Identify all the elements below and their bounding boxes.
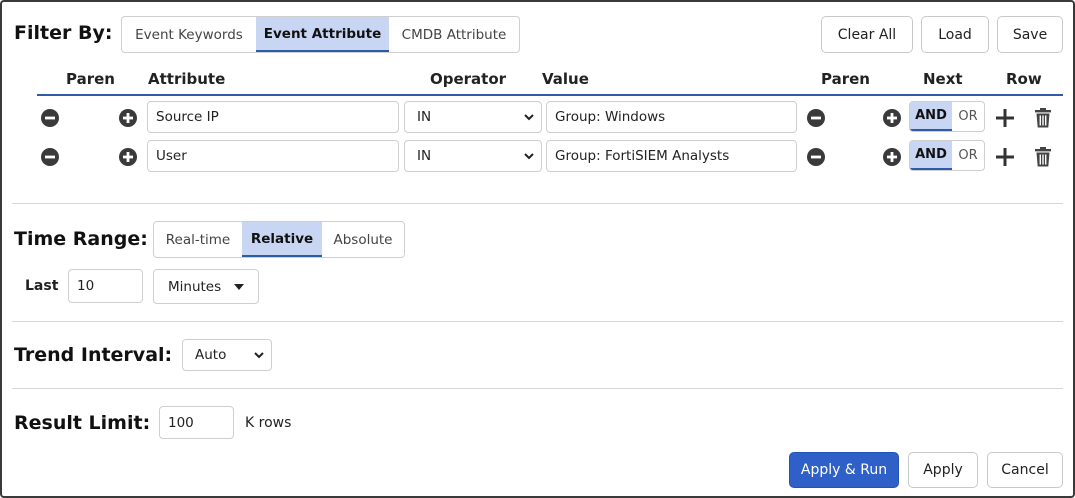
tab-relative[interactable]: Relative: [242, 222, 322, 257]
attribute-input[interactable]: User: [147, 140, 399, 172]
operator-select[interactable]: IN: [404, 101, 542, 133]
time-range-label: Time Range:: [14, 228, 148, 250]
col-attribute: Attribute: [148, 70, 226, 88]
add-paren-icon[interactable]: [119, 148, 137, 166]
filter-panel: Filter By: Event Keywords Event Attribut…: [0, 0, 1075, 498]
next-and-or-toggle: AND OR: [909, 101, 985, 132]
result-limit-unit: K rows: [245, 415, 292, 431]
result-limit-label: Result Limit:: [14, 412, 151, 434]
delete-row-icon[interactable]: [1033, 108, 1053, 128]
add-row-icon[interactable]: [995, 147, 1015, 167]
remove-paren-icon[interactable]: [807, 148, 825, 166]
next-and-or-toggle: AND OR: [909, 140, 985, 171]
save-button[interactable]: Save: [997, 16, 1063, 53]
filter-type-tabs: Event Keywords Event Attribute CMDB Attr…: [121, 16, 520, 53]
tab-cmdb-attribute[interactable]: CMDB Attribute: [389, 17, 519, 52]
trend-interval-label: Trend Interval:: [14, 344, 173, 366]
add-paren-icon[interactable]: [883, 148, 901, 166]
cancel-button[interactable]: Cancel: [987, 452, 1063, 488]
col-operator: Operator: [430, 70, 507, 88]
value-input[interactable]: Group: FortiSIEM Analysts: [546, 140, 797, 172]
time-unit-value: Minutes: [168, 278, 222, 295]
operator-select[interactable]: IN: [404, 140, 542, 172]
last-value-input[interactable]: 10: [68, 269, 143, 303]
col-next: Next: [923, 70, 963, 88]
filter-by-label: Filter By:: [14, 22, 113, 44]
tab-real-time[interactable]: Real-time: [154, 222, 242, 257]
load-button[interactable]: Load: [921, 16, 989, 53]
apply-and-run-button[interactable]: Apply & Run: [789, 452, 899, 488]
section-divider: [12, 321, 1063, 322]
attribute-input[interactable]: Source IP: [147, 101, 399, 133]
col-paren-left: Paren: [66, 70, 115, 88]
last-label: Last: [25, 278, 59, 294]
section-divider: [12, 388, 1063, 389]
trend-interval-select[interactable]: Auto: [182, 339, 272, 371]
add-row-icon[interactable]: [995, 108, 1015, 128]
operator-value: IN: [417, 148, 432, 164]
time-range-tabs: Real-time Relative Absolute: [153, 221, 405, 258]
col-row: Row: [1006, 70, 1042, 88]
col-value: Value: [542, 70, 589, 88]
chevron-down-icon: [524, 114, 534, 121]
remove-paren-icon[interactable]: [41, 109, 59, 127]
remove-paren-icon[interactable]: [807, 109, 825, 127]
remove-paren-icon[interactable]: [41, 148, 59, 166]
result-limit-input[interactable]: 100: [159, 406, 234, 439]
delete-row-icon[interactable]: [1033, 147, 1053, 167]
tab-absolute[interactable]: Absolute: [322, 222, 404, 257]
chevron-down-icon: [254, 352, 264, 359]
caret-down-icon: [234, 283, 244, 290]
clear-all-button[interactable]: Clear All: [821, 16, 913, 53]
trend-interval-value: Auto: [195, 347, 227, 363]
and-option[interactable]: AND: [910, 102, 952, 131]
tab-event-attribute[interactable]: Event Attribute: [256, 17, 389, 52]
time-unit-dropdown[interactable]: Minutes: [153, 269, 259, 304]
col-paren-right: Paren: [821, 70, 870, 88]
chevron-down-icon: [524, 153, 534, 160]
apply-button[interactable]: Apply: [908, 452, 978, 488]
or-option[interactable]: OR: [952, 102, 984, 131]
value-input[interactable]: Group: Windows: [546, 101, 797, 133]
tab-event-keywords[interactable]: Event Keywords: [122, 17, 256, 52]
section-divider: [12, 203, 1063, 204]
or-option[interactable]: OR: [952, 141, 984, 170]
operator-value: IN: [417, 109, 432, 125]
add-paren-icon[interactable]: [119, 109, 137, 127]
header-underline: [37, 94, 1063, 96]
and-option[interactable]: AND: [910, 141, 952, 170]
add-paren-icon[interactable]: [883, 109, 901, 127]
